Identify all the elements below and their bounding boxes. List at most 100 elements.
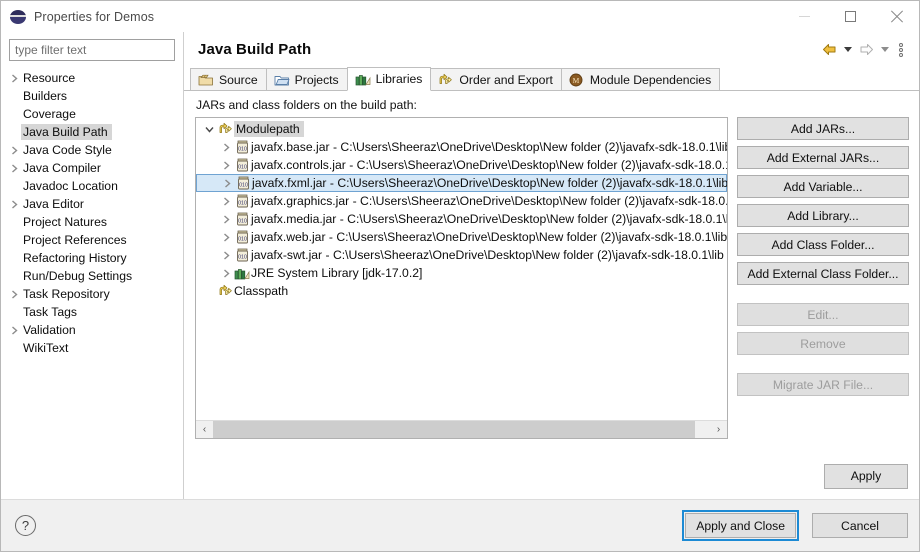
dialog-footer: ? Apply and Close Cancel [1,499,919,551]
build-path-list[interactable]: Modulepath 010 javafx.base.jar - C:\Users\… [195,117,728,439]
add-class-folder-button[interactable]: Add Class Folder... [737,233,909,256]
svg-text:010: 010 [238,254,247,260]
scroll-left-button[interactable]: ‹ [196,421,213,438]
jar-icon: 010 [233,248,251,262]
sidebar-item-task-tags[interactable]: Task Tags [1,303,183,321]
chevron-right-icon [223,196,230,206]
button-group-spacer [737,291,909,297]
chevron-right-icon [11,73,18,83]
expand-chevron-icon[interactable] [219,250,233,260]
build-path-item[interactable]: 010 javafx.fxml.jar - C:\Users\Sheeraz\On… [196,174,727,192]
libraries-books-icon [233,266,251,280]
sidebar-item-refactoring-history[interactable]: Refactoring History [1,249,183,267]
sidebar-item-coverage[interactable]: Coverage [1,105,183,123]
forward-dropdown-button[interactable] [878,40,891,60]
expand-chevron-icon[interactable] [7,73,21,83]
maximize-button[interactable] [827,1,873,32]
filter-input[interactable] [9,39,175,61]
sidebar-item-label: Task Tags [23,305,77,319]
jar-icon: 010 [234,176,252,190]
scroll-thumb[interactable] [213,421,696,438]
sidebar-item-java-code-style[interactable]: Java Code Style [1,141,183,159]
svg-text:010: 010 [238,236,247,242]
build-path-item[interactable]: JRE System Library [jdk-17.0.2] [196,264,727,282]
build-path-item[interactable]: 010 javafx.base.jar - C:\Users\Sheeraz\On… [196,138,727,156]
libraries-books-icon [234,269,250,280]
sidebar-item-java-compiler[interactable]: Java Compiler [1,159,183,177]
view-menu-button[interactable] [893,40,909,60]
title-bar: Properties for Demos [1,1,919,32]
sidebar-item-javadoc-location[interactable]: Javadoc Location [1,177,183,195]
sidebar-item-wikitext[interactable]: WikiText [1,339,183,357]
expand-chevron-icon[interactable] [219,214,233,224]
minimize-button[interactable] [781,1,827,32]
expand-chevron-icon[interactable] [219,232,233,242]
build-path-item[interactable]: 010 javafx.web.jar - C:\Users\Sheeraz\One… [196,228,727,246]
tab-module-dependencies[interactable]: M Module Dependencies [560,68,721,90]
modulepath-icon [219,122,232,133]
chevron-down-icon [204,126,214,133]
content-row: Modulepath 010 javafx.base.jar - C:\Users\… [184,117,919,453]
apply-button[interactable]: Apply [824,463,908,489]
build-path-item[interactable]: Classpath [196,282,727,300]
apply-row: Apply [184,453,919,499]
tab-libraries[interactable]: Libraries [346,67,432,91]
cancel-button[interactable]: Cancel [812,513,908,538]
jar-icon: 010 [233,230,251,244]
properties-dialog: Properties for Demos Resource Builders Cov… [0,0,920,552]
sidebar-item-label: Project Natures [23,215,107,229]
build-path-item[interactable]: 010 javafx-swt.jar - C:\Users\Sheeraz\One… [196,246,727,264]
apply-and-close-button[interactable]: Apply and Close [685,513,796,538]
expand-chevron-icon[interactable] [7,325,21,335]
back-dropdown-button[interactable] [841,40,854,60]
scroll-right-button[interactable]: › [710,421,727,438]
tab-source[interactable]: Source [190,68,267,90]
sidebar-item-java-editor[interactable]: Java Editor [1,195,183,213]
tab-projects[interactable]: Projects [265,68,348,90]
add-jars-button[interactable]: Add JARs... [737,117,909,140]
build-path-item[interactable]: 010 javafx.media.jar - C:\Users\Sheeraz\O… [196,210,727,228]
classpath-icon [216,284,234,298]
back-button[interactable] [819,40,839,60]
expand-chevron-icon[interactable] [220,178,234,188]
expand-chevron-icon[interactable] [219,196,233,206]
build-path-item[interactable]: Modulepath [196,120,727,138]
add-external-class-folder-button[interactable]: Add External Class Folder... [737,262,909,285]
sidebar-item-java-build-path[interactable]: Java Build Path [1,123,183,141]
expand-chevron-icon[interactable] [219,160,233,170]
close-button[interactable] [873,1,919,32]
sidebar-item-validation[interactable]: Validation [1,321,183,339]
tab-order-and-export[interactable]: Order and Export [430,68,562,90]
expand-chevron-icon[interactable] [219,268,233,278]
build-path-item-label: JRE System Library [jdk-17.0.2] [251,266,423,280]
horizontal-scrollbar[interactable]: ‹ › [196,420,727,438]
build-path-item[interactable]: 010 javafx.graphics.jar - C:\Users\Sheera… [196,192,727,210]
sidebar-item-builders[interactable]: Builders [1,87,183,105]
expand-chevron-icon[interactable] [7,199,21,209]
expand-chevron-icon[interactable] [7,289,21,299]
add-external-jars-button[interactable]: Add External JARs... [737,146,909,169]
libraries-books-icon [355,72,371,86]
jar-icon: 010 [236,194,248,208]
sidebar-item-label: Resource [23,71,76,85]
build-path-item[interactable]: 010 javafx.controls.jar - C:\Users\Sheera… [196,156,727,174]
help-button[interactable]: ? [15,515,36,536]
add-library-button[interactable]: Add Library... [737,204,909,227]
expand-chevron-icon[interactable] [219,142,233,152]
svg-text:010: 010 [238,146,247,152]
collapse-chevron-icon[interactable] [202,126,216,133]
scroll-track[interactable] [213,421,710,438]
sidebar-item-run-debug-settings[interactable]: Run/Debug Settings [1,267,183,285]
expand-chevron-icon[interactable] [7,163,21,173]
forward-button[interactable] [856,40,876,60]
sidebar-item-project-natures[interactable]: Project Natures [1,213,183,231]
minimize-icon [798,16,810,17]
build-path-item-label: javafx.controls.jar - C:\Users\Sheeraz\O… [251,158,727,172]
sidebar-item-resource[interactable]: Resource [1,69,183,87]
add-variable-button[interactable]: Add Variable... [737,175,909,198]
sidebar-item-task-repository[interactable]: Task Repository [1,285,183,303]
expand-chevron-icon[interactable] [7,145,21,155]
dialog-body: Resource Builders Coverage Java Build Path J… [1,32,919,499]
sidebar-item-project-references[interactable]: Project References [1,231,183,249]
tab-label: Source [219,72,258,87]
